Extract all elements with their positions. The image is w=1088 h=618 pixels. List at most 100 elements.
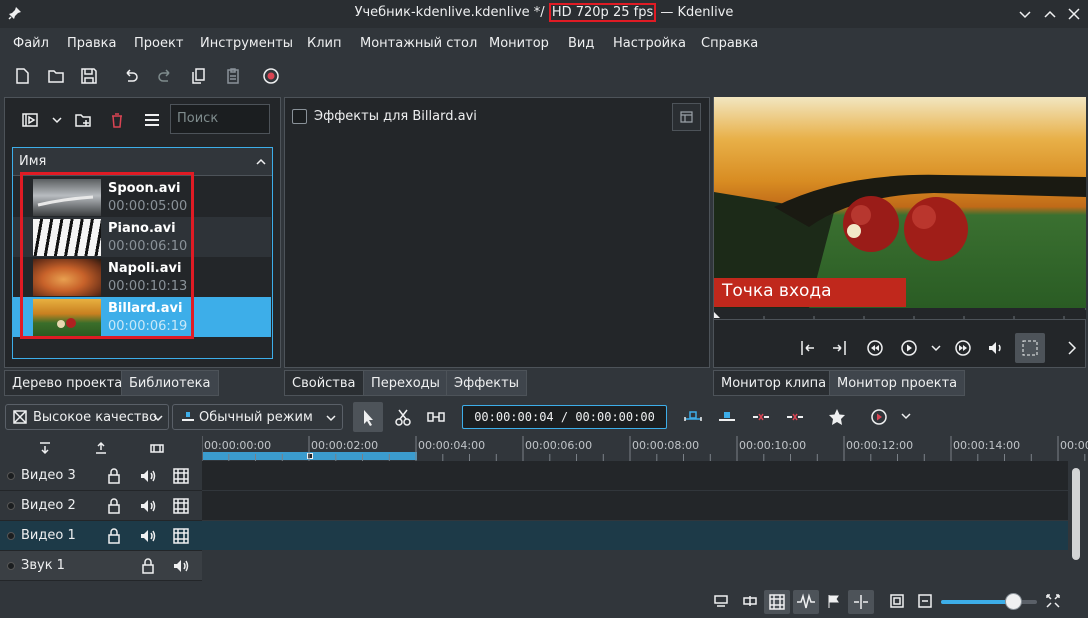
track-lane-video3[interactable] xyxy=(202,461,1068,491)
delete-icon[interactable] xyxy=(106,109,128,131)
add-clip-dropdown-icon[interactable] xyxy=(51,114,63,126)
zoom-fit-icon[interactable] xyxy=(889,593,905,609)
track-active-indicator[interactable] xyxy=(7,472,15,480)
show-thumbnails-icon[interactable] xyxy=(764,590,790,614)
set-in-point-icon[interactable] xyxy=(797,338,817,358)
timeline-scrollbar[interactable] xyxy=(1072,468,1080,560)
add-clip-icon[interactable] xyxy=(19,109,41,131)
forward-icon[interactable] xyxy=(953,338,973,358)
overwrite-icon[interactable] xyxy=(716,406,738,428)
split-view-icon[interactable] xyxy=(742,593,758,609)
volume-icon[interactable] xyxy=(986,338,1006,358)
track-lane-video2[interactable] xyxy=(202,491,1068,521)
play-icon[interactable] xyxy=(899,338,919,358)
new-file-icon[interactable] xyxy=(11,65,33,87)
favorite-star-icon[interactable] xyxy=(826,406,848,428)
timeline-record-icon[interactable] xyxy=(868,406,890,428)
sort-chevron-icon[interactable] xyxy=(255,156,267,168)
track-header-video3[interactable]: Видео 3 xyxy=(0,461,202,491)
properties-panel xyxy=(284,97,710,368)
edit-mode-combo[interactable]: Обычный режим xyxy=(172,404,343,430)
minimize-icon[interactable] xyxy=(1017,6,1033,22)
paste-icon[interactable] xyxy=(222,65,244,87)
effects-checkbox[interactable] xyxy=(292,109,307,124)
select-tool-icon[interactable] xyxy=(353,402,383,432)
track-header-audio1[interactable]: Звук 1 xyxy=(0,551,202,581)
mute-audio-icon[interactable] xyxy=(139,467,157,485)
set-out-point-icon[interactable] xyxy=(830,338,850,358)
track-active-indicator[interactable] xyxy=(7,532,15,540)
zoom-slider[interactable] xyxy=(941,600,1037,604)
mute-audio-icon[interactable] xyxy=(139,527,157,545)
menu-help[interactable]: Справка xyxy=(701,36,758,51)
menu-project[interactable]: Проект xyxy=(134,36,183,51)
tab-project-monitor[interactable]: Монитор проекта xyxy=(829,370,966,396)
expand-tracks-icon[interactable] xyxy=(93,440,109,456)
tab-transitions[interactable]: Переходы xyxy=(363,370,448,396)
timecode-field[interactable]: 00:00:00:04 / 00:00:00:00 xyxy=(462,405,667,429)
chevron-down-icon xyxy=(152,412,164,424)
timeline-record-dropdown-icon[interactable] xyxy=(900,410,912,422)
new-folder-icon[interactable] xyxy=(72,109,94,131)
tab-effects[interactable]: Эффекты xyxy=(446,370,527,396)
collapse-tracks-icon[interactable] xyxy=(37,440,53,456)
lock-icon[interactable] xyxy=(105,527,123,545)
zoom-out-icon[interactable] xyxy=(917,593,933,609)
redo-icon[interactable] xyxy=(154,65,176,87)
track-header-video2[interactable]: Видео 2 xyxy=(0,491,202,521)
track-header-video1[interactable]: Видео 1 xyxy=(0,521,202,551)
razor-tool-icon[interactable] xyxy=(392,406,414,428)
quality-combo[interactable]: Высокое качество xyxy=(5,404,169,430)
snap-icon[interactable] xyxy=(848,590,874,614)
more-chevron-icon[interactable] xyxy=(1062,338,1082,358)
menu-timeline[interactable]: Монтажный стол xyxy=(360,36,477,51)
track-active-indicator[interactable] xyxy=(7,562,15,570)
safe-zone-icon[interactable] xyxy=(1015,333,1045,363)
menu-file[interactable]: Файл xyxy=(13,36,49,51)
track-lane-audio1[interactable] xyxy=(202,551,1068,581)
menu-hamburger-icon[interactable] xyxy=(141,109,163,131)
rewind-icon[interactable] xyxy=(865,338,885,358)
menu-tools[interactable]: Инструменты xyxy=(200,36,293,51)
play-dropdown-icon[interactable] xyxy=(930,342,942,354)
menu-settings[interactable]: Настройка xyxy=(613,36,686,51)
save-icon[interactable] xyxy=(78,65,100,87)
track-active-indicator[interactable] xyxy=(7,502,15,510)
close-icon[interactable] xyxy=(1066,6,1082,22)
hide-video-icon[interactable] xyxy=(172,527,190,545)
menu-view[interactable]: Вид xyxy=(568,36,594,51)
extract-icon[interactable] xyxy=(784,406,806,428)
zoom-in-icon[interactable] xyxy=(1045,593,1061,609)
open-folder-icon[interactable] xyxy=(45,65,67,87)
hide-video-icon[interactable] xyxy=(172,497,190,515)
tab-clip-monitor[interactable]: Монитор клипа xyxy=(713,370,835,396)
tab-project-tree[interactable]: Дерево проекта xyxy=(4,370,131,396)
render-icon[interactable] xyxy=(713,593,729,609)
copy-icon[interactable] xyxy=(188,65,210,87)
menu-clip[interactable]: Клип xyxy=(307,36,342,51)
show-waveform-icon[interactable] xyxy=(793,590,819,614)
undo-icon[interactable] xyxy=(120,65,142,87)
spacer-tool-icon[interactable] xyxy=(425,406,447,428)
menu-edit[interactable]: Правка xyxy=(67,36,116,51)
zoom-slider-handle[interactable] xyxy=(1005,593,1022,610)
lock-icon[interactable] xyxy=(139,557,157,575)
lock-icon[interactable] xyxy=(105,497,123,515)
lift-icon[interactable] xyxy=(750,406,772,428)
tab-library[interactable]: Библиотека xyxy=(121,370,219,396)
tab-properties[interactable]: Свойства xyxy=(284,370,364,396)
panel-layout-icon[interactable] xyxy=(672,103,701,131)
mute-audio-icon[interactable] xyxy=(172,557,190,575)
record-icon[interactable] xyxy=(260,65,282,87)
hide-video-icon[interactable] xyxy=(172,467,190,485)
insert-icon[interactable] xyxy=(682,406,704,428)
monitor-seek-ruler[interactable] xyxy=(714,310,1086,320)
lock-icon[interactable] xyxy=(105,467,123,485)
markers-flag-icon[interactable] xyxy=(826,593,842,609)
maximize-icon[interactable] xyxy=(1042,6,1058,22)
menu-monitor[interactable]: Монитор xyxy=(489,36,549,51)
track-lane-video1[interactable] xyxy=(202,521,1068,551)
track-settings-icon[interactable] xyxy=(149,440,165,456)
search-input[interactable]: Поиск xyxy=(170,104,270,134)
mute-audio-icon[interactable] xyxy=(139,497,157,515)
